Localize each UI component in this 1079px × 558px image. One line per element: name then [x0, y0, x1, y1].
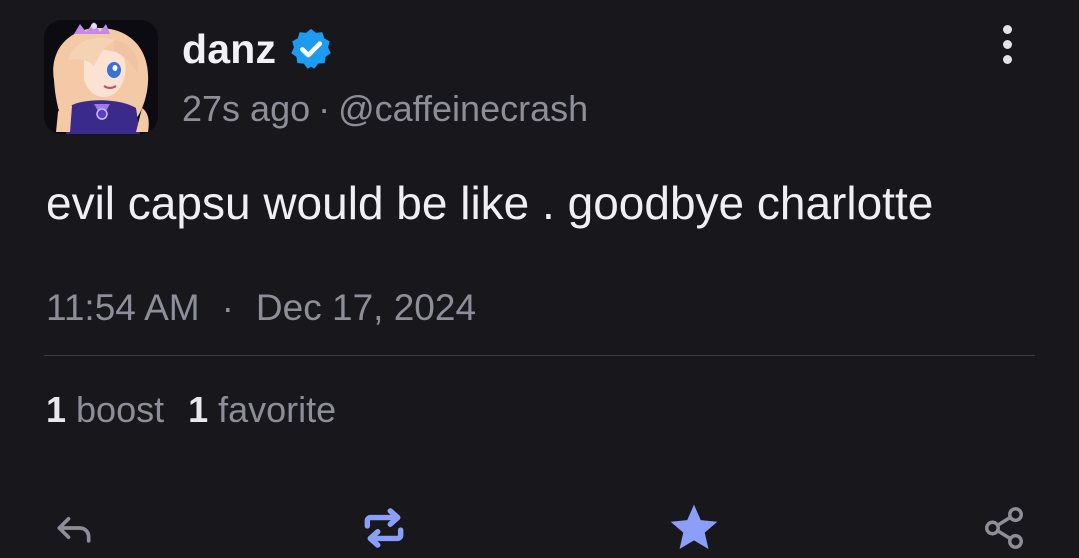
boost-icon	[364, 508, 404, 548]
star-icon	[670, 504, 718, 549]
timestamp-separator: ·	[221, 287, 234, 328]
share-button[interactable]	[974, 498, 1034, 558]
divider	[44, 355, 1035, 356]
reply-icon	[57, 517, 91, 543]
favorites-count: 1	[188, 389, 209, 430]
reply-button[interactable]	[44, 498, 104, 558]
more-dot-icon	[1002, 54, 1012, 64]
share-icon	[985, 507, 1023, 549]
boosts-label: boost	[76, 389, 165, 430]
post-date: Dec 17, 2024	[255, 287, 477, 328]
boost-button[interactable]	[354, 498, 414, 558]
more-dot-icon	[1002, 24, 1012, 34]
favorite-button[interactable]	[664, 498, 724, 558]
favorites-stat[interactable]: 1 favorite	[188, 389, 336, 430]
post-text: evil capsu would be like . goodbye charl…	[46, 177, 934, 229]
post-time: 11:54 AM	[46, 287, 200, 328]
more-options-button[interactable]	[990, 22, 1024, 66]
meta-separator: ·	[318, 88, 331, 129]
boosts-count: 1	[46, 389, 67, 430]
boosts-stat[interactable]: 1 boost	[46, 389, 164, 430]
avatar-image	[44, 20, 158, 134]
favorites-label: favorite	[218, 389, 337, 430]
avatar[interactable]	[44, 20, 158, 134]
relative-time: 27s ago	[182, 88, 311, 129]
post-detail: danz 27s ago · @caffeinecrash evil capsu w…	[0, 0, 1079, 549]
author-handle[interactable]: @caffeinecrash	[338, 88, 588, 129]
author-name-row: danz	[182, 24, 334, 74]
post-timestamp: 11:54 AM · Dec 17, 2024	[46, 287, 476, 329]
post-stats: 1 boost 1 favorite	[46, 389, 336, 431]
verified-badge-icon	[291, 28, 331, 69]
post-meta: 27s ago · @caffeinecrash	[182, 88, 588, 130]
author-display-name[interactable]: danz	[182, 26, 276, 73]
more-dot-icon	[1002, 39, 1012, 49]
